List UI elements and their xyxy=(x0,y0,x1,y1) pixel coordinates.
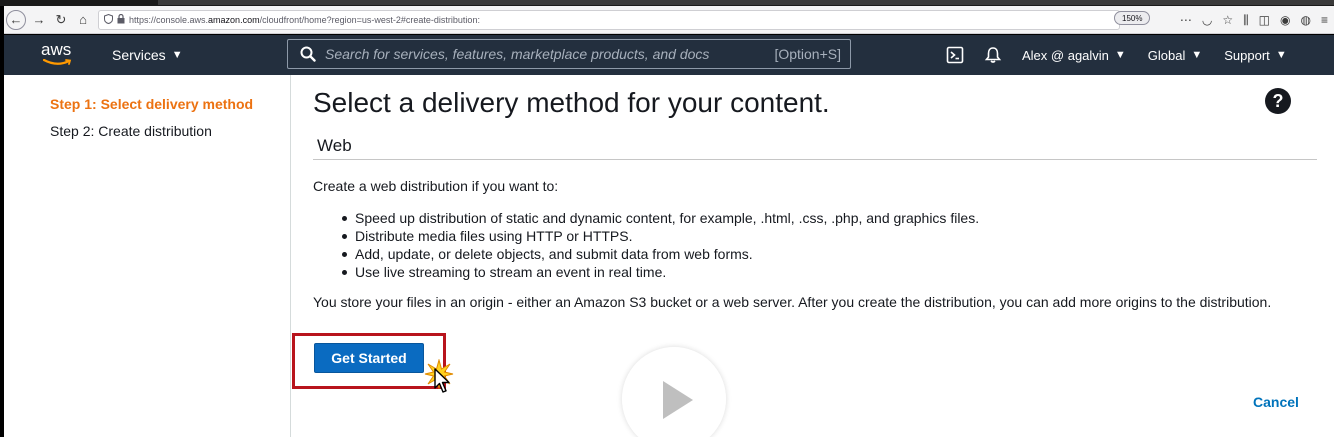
region-label: Global xyxy=(1147,47,1186,63)
forward-icon[interactable]: → xyxy=(30,11,48,29)
more-icon[interactable]: ⋯ xyxy=(1180,13,1192,27)
wizard-steps: Step 1: Select delivery method Step 2: C… xyxy=(4,75,291,437)
search-shortcut: [Option+S] xyxy=(774,46,841,62)
search-input[interactable]: Search for services, features, marketpla… xyxy=(287,39,851,69)
page-title: Select a delivery method for your conten… xyxy=(313,87,830,118)
user-label: Alex @ agalvin xyxy=(1022,47,1109,63)
services-menu[interactable]: Services ▼ xyxy=(112,35,183,75)
feature-list: Speed up distribution of static and dyna… xyxy=(340,209,979,281)
extension-icon[interactable]: ◉ xyxy=(1280,13,1290,27)
caret-down-icon: ▼ xyxy=(171,49,183,61)
step-1-label[interactable]: Step 1: Select delivery method xyxy=(50,96,253,112)
caret-down-icon: ▼ xyxy=(1114,49,1126,61)
aws-logo[interactable]: aws xyxy=(40,40,80,68)
menu-icon[interactable]: ≡ xyxy=(1321,13,1328,27)
intro-text: Create a web distribution if you want to… xyxy=(313,178,559,194)
play-icon xyxy=(663,381,693,419)
account-icon[interactable]: ◍ xyxy=(1301,13,1311,27)
list-item: Use live streaming to stream an event in… xyxy=(340,263,979,281)
support-label: Support xyxy=(1224,47,1270,63)
search-icon xyxy=(300,46,316,62)
nav-right: Alex @ agalvin ▼ Global ▼ Support ▼ xyxy=(946,35,1309,75)
aws-logo-text: aws xyxy=(41,40,72,59)
home-icon[interactable]: ⌂ xyxy=(74,11,92,29)
section-divider xyxy=(313,159,1317,160)
step-2-label[interactable]: Step 2: Create distribution xyxy=(50,123,212,139)
sidebar-toggle-icon[interactable]: ◫ xyxy=(1259,13,1270,27)
url-host: amazon.com xyxy=(208,14,260,25)
get-started-button[interactable]: Get Started xyxy=(314,343,424,373)
region-menu[interactable]: Global ▼ xyxy=(1148,48,1202,63)
help-icon[interactable]: ? xyxy=(1265,88,1291,114)
user-menu[interactable]: Alex @ agalvin ▼ xyxy=(1022,48,1126,63)
search-placeholder: Search for services, features, marketpla… xyxy=(325,46,710,62)
cloudshell-icon[interactable] xyxy=(946,46,964,64)
aws-console-nav: aws Services ▼ Search for services, feat… xyxy=(4,35,1334,75)
cursor-icon xyxy=(434,368,450,393)
video-play-button[interactable] xyxy=(622,347,726,437)
caret-down-icon: ▼ xyxy=(1275,49,1287,61)
url-prefix: https://console.aws. xyxy=(129,14,209,25)
support-menu[interactable]: Support ▼ xyxy=(1224,48,1286,63)
bell-icon[interactable] xyxy=(984,46,1002,64)
url-path: /cloudfront/home?region=us-west-2#create… xyxy=(259,14,480,25)
main-panel: Select a delivery method for your conten… xyxy=(291,75,1334,437)
caret-down-icon: ▼ xyxy=(1191,49,1203,61)
pocket-icon[interactable]: ◡ xyxy=(1202,13,1212,27)
cancel-link[interactable]: Cancel xyxy=(1253,394,1299,410)
zoom-indicator[interactable]: 150% xyxy=(1114,11,1151,25)
list-item: Add, update, or delete objects, and subm… xyxy=(340,245,979,263)
services-label: Services xyxy=(112,47,166,63)
origin-description: You store your files in an origin - eith… xyxy=(313,294,1272,310)
address-bar[interactable]: https://console.aws. amazon.com/cloudfron… xyxy=(98,9,1120,30)
section-heading: Web xyxy=(317,136,352,155)
browser-toolbar-icons: ⋯ ◡ ☆ ⫼ ◫ ◉ ◍ ≡ xyxy=(1180,6,1334,34)
back-icon[interactable]: ← xyxy=(6,9,26,30)
reload-icon[interactable]: ↻ xyxy=(52,11,70,29)
lock-icon xyxy=(117,13,125,26)
aws-smile-icon xyxy=(43,59,72,65)
list-item: Speed up distribution of static and dyna… xyxy=(340,209,979,227)
page-content: Step 1: Select delivery method Step 2: C… xyxy=(4,75,1334,437)
library-icon[interactable]: ⫼ xyxy=(1243,13,1249,28)
bookmark-star-icon[interactable]: ☆ xyxy=(1222,13,1233,27)
shield-icon xyxy=(104,13,113,26)
list-item: Distribute media files using HTTP or HTT… xyxy=(340,227,979,245)
